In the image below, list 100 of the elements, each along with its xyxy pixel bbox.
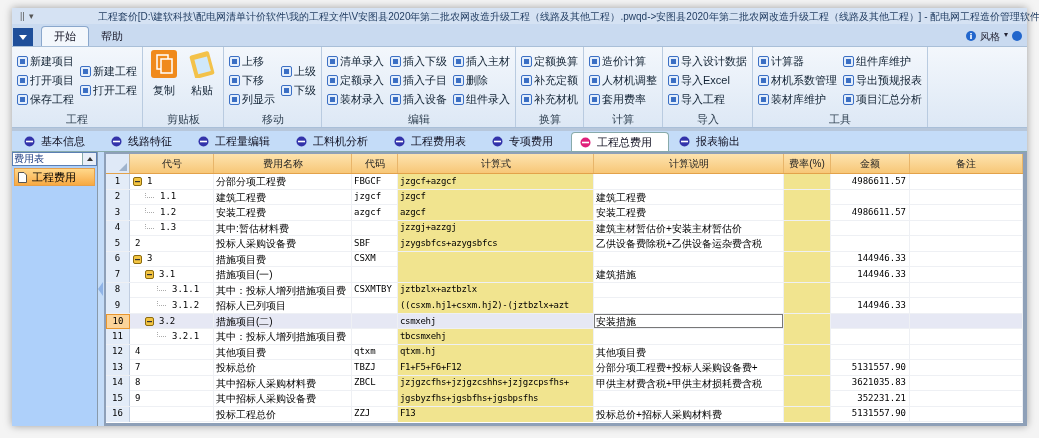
document-icon [18,171,27,183]
collapse-toggle-icon[interactable] [133,177,142,186]
ribbon-button[interactable]: 导出预规报表 [843,73,922,88]
tab[interactable]: 工料机分析 [288,132,384,151]
ribbon-button[interactable]: 补充材机 [521,92,578,107]
tab[interactable]: 报表输出 [671,132,756,151]
table-cell: 144946.33 [831,267,910,282]
column-header[interactable]: 代码 [352,154,398,173]
square-icon [327,94,338,105]
column-header[interactable]: 费用名称 [214,154,352,173]
ribbon-button[interactable]: 插入设备 [390,92,447,107]
square-icon [521,94,532,105]
square-icon [521,75,532,86]
ribbon-button[interactable]: 插入子目 [390,73,447,88]
table-cell: 5131557.90 [831,360,910,375]
row-header[interactable]: 5 [106,236,130,251]
row-header[interactable]: 11 [106,329,130,344]
ribbon-button[interactable]: 插入主材 [453,54,510,69]
ribbon-large-button[interactable]: 复制 [148,50,180,111]
quick-access-button[interactable]: || [20,11,25,21]
row-header[interactable]: 13 [106,360,130,375]
tab[interactable]: 工程总费用 [571,132,669,151]
menu-tab[interactable]: 帮助 [89,26,135,46]
ribbon-button[interactable]: 导入工程 [668,92,747,107]
ribbon-button[interactable]: 新建项目 [17,54,74,69]
menu-tab[interactable]: 开始 [41,26,89,46]
quick-access-button[interactable]: ▾ [28,11,34,21]
scroll-up-button[interactable] [82,153,96,165]
column-header[interactable]: 计算说明 [594,154,784,173]
tab[interactable]: 工程费用表 [386,132,482,151]
tab[interactable]: 基本信息 [16,132,101,151]
ribbon-button[interactable]: 清单录入 [327,54,384,69]
column-header[interactable]: 金额 [831,154,910,173]
tab[interactable]: 工程量编辑 [190,132,286,151]
group-label: 编辑 [407,112,430,127]
ribbon-button[interactable]: 下移 [229,73,275,88]
ribbon-button[interactable]: 导入Excel [668,73,747,88]
ribbon-button[interactable]: 上移 [229,54,275,69]
square-icon [229,56,240,67]
ribbon-button[interactable]: 组件库维护 [843,54,922,69]
table-cell-text: 3.2 [158,314,176,328]
style-menu[interactable]: 风格 ▾ [980,28,1008,44]
ribbon-button[interactable]: 上级 [281,63,316,79]
row-header[interactable]: 9 [106,298,130,313]
square-icon [843,56,854,67]
collapse-toggle-icon[interactable] [133,254,142,264]
ribbon-button[interactable]: 导入设计数据 [668,54,747,69]
ribbon-button[interactable]: 打开工程 [80,82,137,98]
ribbon-button[interactable]: 新建工程 [80,63,137,79]
table-cell-text: 1.1 [159,190,177,204]
square-icon [80,84,91,96]
square-icon [281,84,292,96]
square-icon [390,56,401,67]
tab[interactable]: 专项费用 [484,132,569,151]
ribbon-large-button[interactable]: 粘贴 [186,50,218,111]
cell-editor-field[interactable]: 安装措施 [594,314,783,329]
ribbon-button[interactable]: 材机系数管理 [758,73,837,88]
row-header[interactable]: 3 [106,205,130,220]
table-cell: jgsbyzfhs+jgsbfhs+jgsbpsfhs [398,391,594,406]
ribbon-button[interactable]: 插入下级 [390,54,447,69]
column-header[interactable]: 代号 [130,154,214,173]
ribbon-button[interactable]: 项目汇总分析 [843,92,922,107]
ribbon-button[interactable]: 补充定额 [521,73,578,88]
tab[interactable]: 线路特征 [103,132,188,151]
collapse-toggle-icon[interactable] [145,316,154,326]
table-cell: jzygsbfcs+azygsbfcs [398,236,594,251]
ribbon-button[interactable]: 装材录入 [327,92,384,107]
sidebar-item[interactable]: 工程费用 [14,168,95,186]
column-header[interactable]: 备注 [910,154,1023,173]
ribbon-button[interactable]: 组件录入 [453,92,510,107]
ribbon-button[interactable]: 定额换算 [521,54,578,69]
table-cell: 措施项目费 [214,251,352,267]
ribbon-button[interactable]: 套用费率 [589,92,657,107]
row-header[interactable]: 7 [106,267,130,282]
column-header[interactable]: 计算式 [398,154,594,173]
ribbon-button[interactable]: 删除 [453,73,510,88]
ribbon-button[interactable]: 下级 [281,82,316,98]
table-cell-text: 1.2 [159,205,177,219]
circle-icon [580,136,591,148]
ribbon-button[interactable]: 定额录入 [327,73,384,88]
ribbon-button[interactable]: 装材库维护 [758,92,837,107]
table-cell: 安装工程费 [214,205,352,220]
row-header[interactable]: 1 [106,174,130,189]
ribbon-button[interactable]: 造价计算 [589,54,657,69]
ribbon-button[interactable]: 保存工程 [17,92,74,107]
collapse-toggle-icon[interactable] [145,270,154,279]
table-cell-text: 3 [146,252,153,266]
row-header[interactable]: 15 [106,391,130,406]
ribbon-button[interactable]: 打开项目 [17,73,74,88]
app-menu-button[interactable] [13,28,33,46]
table-cell-text: 7 [134,360,141,374]
table-cell: ((csxm.hj1+csxm.hj2)-(jztbzlx+azt [398,298,594,313]
table-cell-text: 9 [134,391,141,405]
ribbon-button[interactable]: 列显示 [229,92,275,107]
column-header[interactable]: 费率(%) [784,154,831,173]
ribbon-button[interactable]: 计算器 [758,54,837,69]
group-label: 剪贴板 [166,112,200,127]
square-icon [453,56,464,67]
ribbon-button[interactable]: 人材机调整 [589,73,657,88]
table-cell: 分部分项工程费 [214,174,352,189]
